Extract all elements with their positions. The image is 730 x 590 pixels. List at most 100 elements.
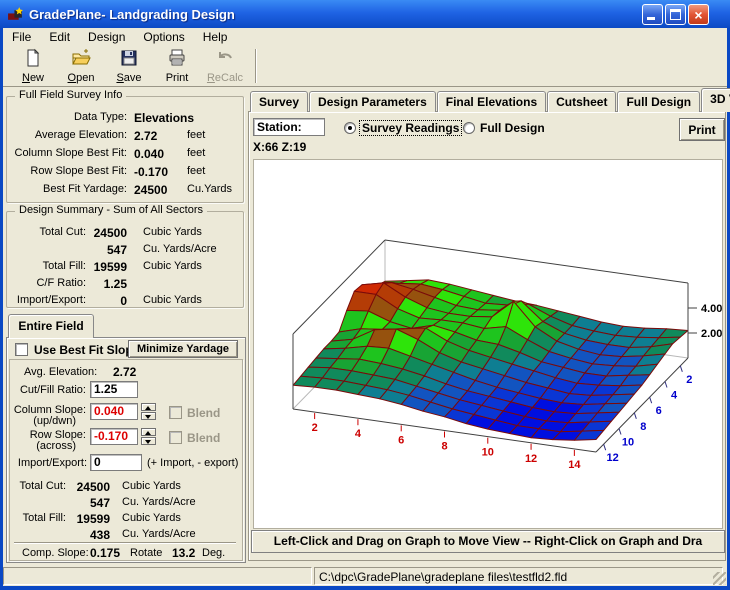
survey-info-group: Full Field Survey Info Data Type:Elevati… <box>6 96 244 203</box>
total-row-value: 19599 <box>68 512 110 526</box>
view-panel: Station: Survey Readings Full Design Pri… <box>248 111 726 561</box>
total-row: Total Cut:24500Cubic Yards <box>10 480 242 496</box>
survey-readings-label[interactable]: Survey Readings <box>360 121 461 135</box>
minimize-button[interactable] <box>642 4 663 25</box>
row-slope-input[interactable]: -0.170 <box>90 428 138 445</box>
tab-entire-field[interactable]: Entire Field <box>8 314 94 338</box>
row-slope-spinner[interactable] <box>141 428 156 445</box>
rotate-label: Rotate <box>130 547 162 559</box>
svg-text:14: 14 <box>568 459 581 471</box>
total-row-unit: Cubic Yards <box>122 480 181 492</box>
full-design-radio[interactable] <box>463 122 475 134</box>
toolbar-separator <box>255 49 257 83</box>
spin-up-icon[interactable] <box>141 403 156 411</box>
spin-down-icon[interactable] <box>141 437 156 445</box>
tab-final-elevations[interactable]: Final Elevations <box>437 91 546 112</box>
maximize-button[interactable] <box>665 4 686 25</box>
import-export-input[interactable]: 0 <box>90 454 142 471</box>
spin-up-icon[interactable] <box>141 428 156 436</box>
toolbar-button-print[interactable]: Print <box>153 47 201 85</box>
cut-fill-input[interactable]: 1.25 <box>90 381 138 398</box>
station-field[interactable]: Station: <box>253 118 325 136</box>
app-icon <box>7 6 24 23</box>
row-blend-checkbox <box>169 431 182 444</box>
menu-item-help[interactable]: Help <box>194 29 237 45</box>
print-view-button[interactable]: Print <box>679 118 725 141</box>
full-design-label[interactable]: Full Design <box>480 121 545 135</box>
total-row-unit: Cubic Yards <box>122 512 181 524</box>
spin-down-icon[interactable] <box>141 412 156 420</box>
survey-readings-radio[interactable] <box>344 122 356 134</box>
plot-area: 2468101214246810122.004.00 <box>253 159 723 529</box>
toolbar: NewOpenSavePrintReCalc <box>3 45 727 87</box>
summary-row-value: 24500 <box>89 226 127 240</box>
minimize-yardage-button[interactable]: Minimize Yardage <box>128 340 238 358</box>
summary-row-unit: Cubic Yards <box>143 226 202 238</box>
svg-text:2.00: 2.00 <box>701 328 722 340</box>
menu-item-design[interactable]: Design <box>79 29 134 45</box>
print-icon <box>167 48 187 71</box>
import-export-label: Import/Export: <box>10 457 87 469</box>
tab-cutsheet[interactable]: Cutsheet <box>547 91 616 112</box>
summary-row-label: Import/Export: <box>9 294 86 306</box>
tab-design-parameters[interactable]: Design Parameters <box>309 91 436 112</box>
open-folder-icon <box>71 48 91 71</box>
close-icon: × <box>689 6 708 24</box>
close-button[interactable]: × <box>688 4 709 25</box>
use-best-fit-checkbox[interactable] <box>15 343 28 356</box>
toolbar-label: Save <box>116 72 141 84</box>
survey-row-value: -0.170 <box>134 165 194 179</box>
toolbar-button-open[interactable]: Open <box>57 47 105 85</box>
toolbar-button-save[interactable]: Save <box>105 47 153 85</box>
resize-grip[interactable] <box>713 572 726 585</box>
toolbar-label: Open <box>68 72 95 84</box>
row-slope-sublabel: (across) <box>10 440 76 452</box>
survey-row-label: Column Slope Best Fit: <box>9 147 127 159</box>
toolbar-button-new[interactable]: New <box>9 47 57 85</box>
menu-item-options[interactable]: Options <box>134 29 193 45</box>
status-cell-empty <box>3 567 312 585</box>
total-row-unit: Cu. Yards/Acre <box>122 496 196 508</box>
entire-field-fields-group: Avg. Elevation: 2.72 Cut/Fill Ratio: 1.2… <box>9 359 243 561</box>
summary-row: Total Fill:19599Cubic Yards <box>7 260 243 276</box>
survey-row-value: 2.72 <box>134 129 194 143</box>
column-slope-spinner[interactable] <box>141 403 156 420</box>
status-file-path: C:\dpc\GradePlane\gradeplane files\testf… <box>314 567 723 585</box>
total-row-label: Total Cut: <box>10 480 66 492</box>
tab-full-design[interactable]: Full Design <box>617 91 700 112</box>
tab-3d-view[interactable]: 3D View <box>701 88 730 112</box>
svg-text:4: 4 <box>355 428 362 440</box>
survey-row-value: Elevations <box>134 111 194 125</box>
rotate-value: 13.2 <box>172 546 195 560</box>
total-row-value: 547 <box>68 496 110 510</box>
rotate-unit: Deg. <box>202 547 225 559</box>
import-export-note: (+ Import, - export) <box>147 457 238 469</box>
menu-item-edit[interactable]: Edit <box>40 29 79 45</box>
summary-row: Import/Export:0Cubic Yards <box>7 294 243 310</box>
survey-row-unit: feet <box>187 129 205 141</box>
summary-row-value: 19599 <box>89 260 127 274</box>
column-slope-input[interactable]: 0.040 <box>90 403 138 420</box>
plot-instruction: Left-Click and Drag on Graph to Move Vie… <box>251 530 725 553</box>
column-slope-sublabel: (up/dwn) <box>10 415 76 427</box>
total-row-unit: Cu. Yards/Acre <box>122 528 196 540</box>
summary-row-value: 1.25 <box>89 277 127 291</box>
svg-text:2: 2 <box>686 374 692 386</box>
3d-surface-plot[interactable]: 2468101214246810122.004.00 <box>254 160 724 528</box>
survey-row: Row Slope Best Fit:-0.170feet <box>7 165 243 181</box>
survey-row-unit: feet <box>187 165 205 177</box>
minimize-icon <box>647 17 655 20</box>
summary-row-unit: Cubic Yards <box>143 294 202 306</box>
summary-row: Total Cut:24500 Cubic Yards <box>7 226 243 242</box>
summary-row-label: Total Cut: <box>9 226 86 238</box>
summary-row-label: C/F Ratio: <box>9 277 86 289</box>
menu-item-file[interactable]: File <box>3 29 40 45</box>
survey-info-rows: Data Type:ElevationsAverage Elevation:2.… <box>7 97 243 202</box>
avg-elevation-label: Avg. Elevation: <box>24 366 97 378</box>
save-floppy-icon <box>119 48 139 71</box>
titlebar[interactable]: GradePlane- Landgrading Design × <box>0 0 730 28</box>
toolbar-label: Print <box>166 72 189 84</box>
view-tabs: SurveyDesign ParametersFinal ElevationsC… <box>250 90 730 112</box>
design-summary-rows: Total Cut:24500Cubic Yards547Cu. Yards/A… <box>7 212 243 307</box>
tab-survey[interactable]: Survey <box>250 91 308 112</box>
